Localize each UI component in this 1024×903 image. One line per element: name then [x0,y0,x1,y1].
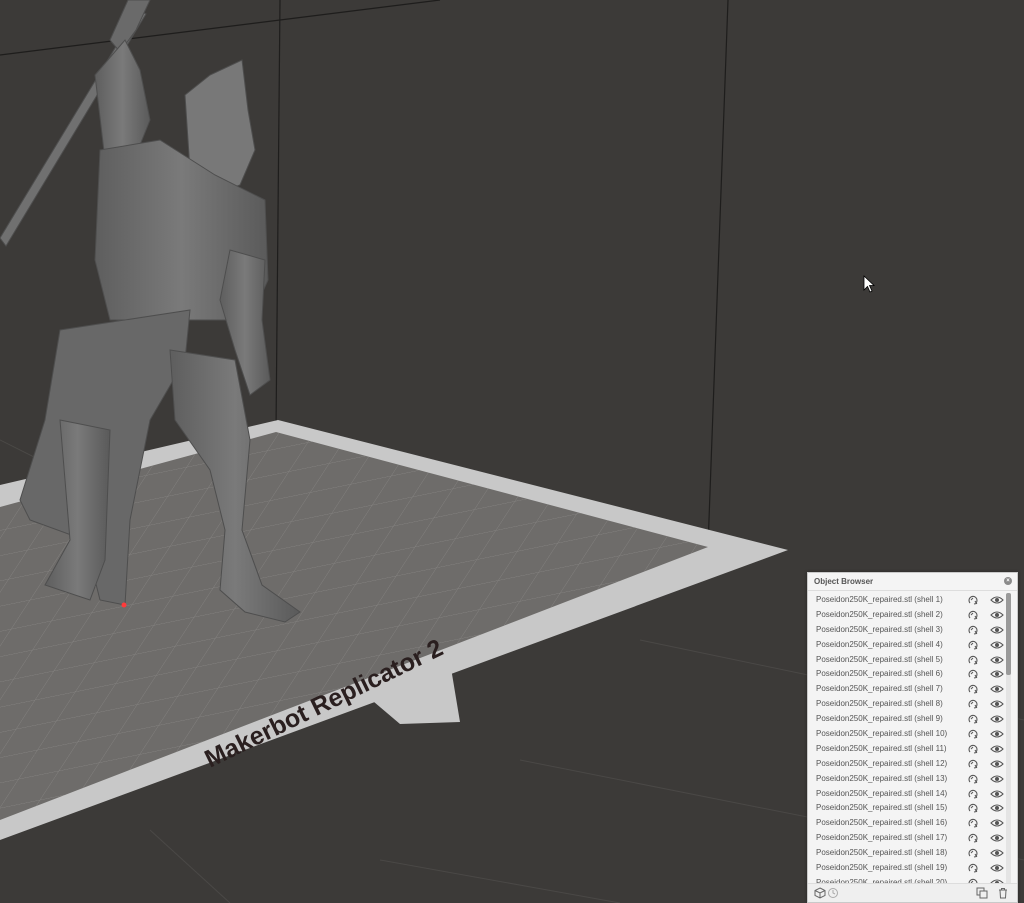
eye-icon[interactable] [990,654,1004,666]
rotate-arrow-icon[interactable] [967,698,979,710]
eye-icon[interactable] [990,728,1004,740]
list-item[interactable]: Poseidon250K_repaired.stl (shell 16) [812,816,1004,831]
eye-icon[interactable] [990,862,1004,874]
eye-icon[interactable] [990,832,1004,844]
rotate-arrow-icon[interactable] [967,802,979,814]
rotate-arrow-icon[interactable] [967,773,979,785]
rotate-arrow-icon[interactable] [967,788,979,800]
eye-icon[interactable] [990,698,1004,710]
eye-icon[interactable] [990,802,1004,814]
list-item[interactable]: Poseidon250K_repaired.stl (shell 1) [812,593,1004,608]
list-item[interactable]: Poseidon250K_repaired.stl (shell 4) [812,638,1004,653]
object-label: Poseidon250K_repaired.stl (shell 11) [816,743,947,753]
list-item[interactable]: Poseidon250K_repaired.stl (shell 3) [812,623,1004,638]
object-browser-title: Object Browser [814,577,874,586]
object-label: Poseidon250K_repaired.stl (shell 12) [816,758,948,768]
eye-icon[interactable] [990,639,1004,651]
eye-icon[interactable] [990,594,1004,606]
object-label: Poseidon250K_repaired.stl (shell 16) [816,818,948,828]
eye-icon[interactable] [990,743,1004,755]
list-item[interactable]: Poseidon250K_repaired.stl (shell 2) [812,608,1004,623]
object-browser-footer [808,883,1017,902]
list-item[interactable]: Poseidon250K_repaired.stl (shell 19) [812,861,1004,876]
object-label: Poseidon250K_repaired.stl (shell 2) [816,609,943,619]
list-item[interactable]: Poseidon250K_repaired.stl (shell 9) [812,712,1004,727]
scrollbar[interactable] [1006,593,1011,885]
list-item[interactable]: Poseidon250K_repaired.stl (shell 14) [812,787,1004,802]
trash-icon[interactable] [997,887,1009,899]
eye-icon[interactable] [990,773,1004,785]
object-label: Poseidon250K_repaired.stl (shell 6) [816,669,943,679]
rotate-arrow-icon[interactable] [967,847,979,859]
object-label: Poseidon250K_repaired.stl (shell 7) [816,684,943,694]
close-icon[interactable]: × [1004,577,1012,585]
list-item[interactable]: Poseidon250K_repaired.stl (shell 15) [812,801,1004,816]
history-icon[interactable] [827,887,839,899]
list-item[interactable]: Poseidon250K_repaired.stl (shell 12) [812,757,1004,772]
rotate-arrow-icon[interactable] [967,654,979,666]
list-item[interactable]: Poseidon250K_repaired.stl (shell 13) [812,772,1004,787]
trident-head [109,0,151,53]
cube-icon[interactable] [814,887,826,899]
object-label: Poseidon250K_repaired.stl (shell 10) [816,729,948,739]
object-label: Poseidon250K_repaired.stl (shell 4) [816,639,943,649]
rotate-arrow-icon[interactable] [967,862,979,874]
eye-icon[interactable] [990,817,1004,829]
eye-icon[interactable] [990,713,1004,725]
rotate-arrow-icon[interactable] [967,594,979,606]
list-item[interactable]: Poseidon250K_repaired.stl (shell 18) [812,846,1004,861]
list-item[interactable]: Poseidon250K_repaired.stl (shell 8) [812,697,1004,712]
list-item[interactable]: Poseidon250K_repaired.stl (shell 5) [812,653,1004,668]
object-list[interactable]: Poseidon250K_repaired.stl (shell 1) Posei… [812,593,1004,885]
rotate-arrow-icon[interactable] [967,743,979,755]
rotate-arrow-icon[interactable] [967,624,979,636]
eye-icon[interactable] [990,788,1004,800]
object-browser-header: Object Browser × [808,573,1017,591]
object-label: Poseidon250K_repaired.stl (shell 13) [816,773,948,783]
eye-icon[interactable] [990,668,1004,680]
rotate-arrow-icon[interactable] [967,758,979,770]
rotate-arrow-icon[interactable] [967,832,979,844]
object-label: Poseidon250K_repaired.stl (shell 19) [816,863,948,873]
rotate-arrow-icon[interactable] [967,639,979,651]
eye-icon[interactable] [990,609,1004,621]
list-item[interactable]: Poseidon250K_repaired.stl (shell 17) [812,831,1004,846]
object-label: Poseidon250K_repaired.stl (shell 17) [816,833,948,843]
object-label: Poseidon250K_repaired.stl (shell 9) [816,714,943,724]
list-item[interactable]: Poseidon250K_repaired.stl (shell 10) [812,727,1004,742]
duplicate-icon[interactable] [976,887,988,899]
rotate-arrow-icon[interactable] [967,683,979,695]
object-label: Poseidon250K_repaired.stl (shell 5) [816,654,943,664]
object-label: Poseidon250K_repaired.stl (shell 1) [816,595,943,604]
rotate-arrow-icon[interactable] [967,609,979,621]
object-label: Poseidon250K_repaired.stl (shell 3) [816,624,943,634]
object-browser-panel[interactable]: Object Browser × Poseidon250K_repaired.s… [807,572,1018,903]
list-item[interactable]: Poseidon250K_repaired.stl (shell 11) [812,742,1004,757]
scrollbar-thumb[interactable] [1006,593,1011,675]
eye-icon[interactable] [990,847,1004,859]
rotate-arrow-icon[interactable] [967,728,979,740]
eye-icon[interactable] [990,624,1004,636]
rotate-arrow-icon[interactable] [967,713,979,725]
eye-icon[interactable] [990,758,1004,770]
object-label: Poseidon250K_repaired.stl (shell 15) [816,803,948,813]
eye-icon[interactable] [990,683,1004,695]
arrow-cursor-icon [863,275,876,293]
model-error-marker [121,602,127,608]
object-label: Poseidon250K_repaired.stl (shell 18) [816,848,948,858]
rotate-arrow-icon[interactable] [967,668,979,680]
object-label: Poseidon250K_repaired.stl (shell 8) [816,699,943,709]
rotate-arrow-icon[interactable] [967,817,979,829]
object-label: Poseidon250K_repaired.stl (shell 14) [816,788,948,798]
list-item[interactable]: Poseidon250K_repaired.stl (shell 7) [812,682,1004,697]
list-item[interactable]: Poseidon250K_repaired.stl (shell 6) [812,667,1004,682]
